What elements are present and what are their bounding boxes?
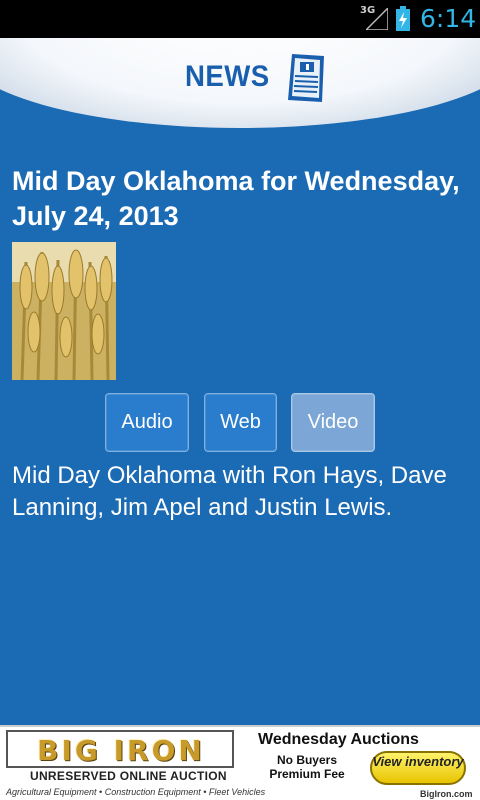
audio-button[interactable]: Audio — [105, 393, 189, 452]
ad-logo: BIG IRON — [37, 734, 205, 767]
ad-headline: Wednesday Auctions — [258, 731, 419, 748]
battery-charging-icon — [396, 6, 410, 31]
view-inventory-button[interactable]: View inventory — [370, 751, 466, 785]
page-title: NEWS — [185, 60, 270, 93]
ad-categories: Agricultural Equipment • Construction Eq… — [6, 787, 266, 797]
newspaper-icon — [288, 54, 324, 102]
clock: 6:14 — [420, 4, 477, 33]
signal-icon — [366, 8, 388, 30]
ad-banner[interactable]: BIG IRON UNRESERVED ONLINE AUCTION Agric… — [0, 725, 480, 800]
status-bar: 3G 6:14 — [0, 0, 480, 38]
ad-offer: No Buyers Premium Fee — [269, 753, 345, 781]
ad-site: BigIron.com — [420, 789, 473, 799]
web-button[interactable]: Web — [204, 393, 277, 452]
ad-tagline: UNRESERVED ONLINE AUCTION — [30, 769, 227, 783]
article-title: Mid Day Oklahoma for Wednesday, July 24,… — [12, 166, 460, 231]
news-header: NEWS — [0, 38, 480, 130]
article-description: Mid Day Oklahoma with Ron Hays, Dave Lan… — [12, 462, 447, 521]
ad-logo-box: BIG IRON — [6, 730, 234, 768]
video-button[interactable]: Video — [291, 393, 375, 452]
article-image[interactable] — [12, 242, 116, 380]
